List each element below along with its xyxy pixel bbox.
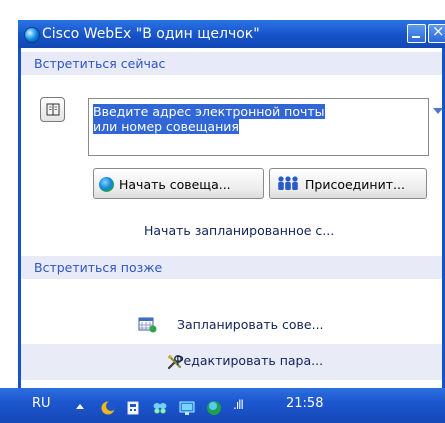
meet-now-header: Встретиться сейчас xyxy=(21,52,442,75)
webex-tray-icon[interactable] xyxy=(206,400,222,416)
dropdown-arrow-icon[interactable] xyxy=(433,108,443,114)
device-icon[interactable] xyxy=(125,400,141,416)
address-book-icon xyxy=(46,103,60,116)
globe-icon xyxy=(99,177,114,192)
calendar-icon xyxy=(138,317,157,333)
address-input-text[interactable]: Введите адрес электронной почты или номе… xyxy=(93,104,333,134)
window-border-left xyxy=(18,48,21,388)
butterfly-icon[interactable] xyxy=(152,400,168,416)
taskbar xyxy=(0,388,445,423)
start-scheduled-meeting-link[interactable]: Начать запланированное с... xyxy=(144,223,334,238)
address-book-button[interactable] xyxy=(40,97,65,122)
signal-strength-icon[interactable]: .ıll xyxy=(233,398,244,412)
window-title: Cisco WebEx "В один щелчок" xyxy=(42,26,260,42)
join-meeting-label[interactable]: Присоединит... xyxy=(305,177,405,192)
meet-later-header: Встретиться позже xyxy=(21,256,442,279)
schedule-meeting-link[interactable]: Запланировать сове... xyxy=(177,317,324,332)
close-button[interactable] xyxy=(428,22,445,43)
start-meeting-label[interactable]: Начать совеща... xyxy=(119,177,231,192)
tray-expand-icon[interactable] xyxy=(76,404,84,409)
language-indicator[interactable]: RU xyxy=(32,396,51,411)
people-icon xyxy=(278,176,298,190)
edit-preferences-link[interactable]: Редактировать пара... xyxy=(176,353,323,368)
webex-globe-icon xyxy=(24,27,40,43)
network-icon[interactable] xyxy=(179,400,195,416)
taskbar-clock[interactable]: 21:58 xyxy=(286,396,323,411)
minimize-button[interactable] xyxy=(407,24,426,43)
moon-icon[interactable] xyxy=(100,400,116,416)
